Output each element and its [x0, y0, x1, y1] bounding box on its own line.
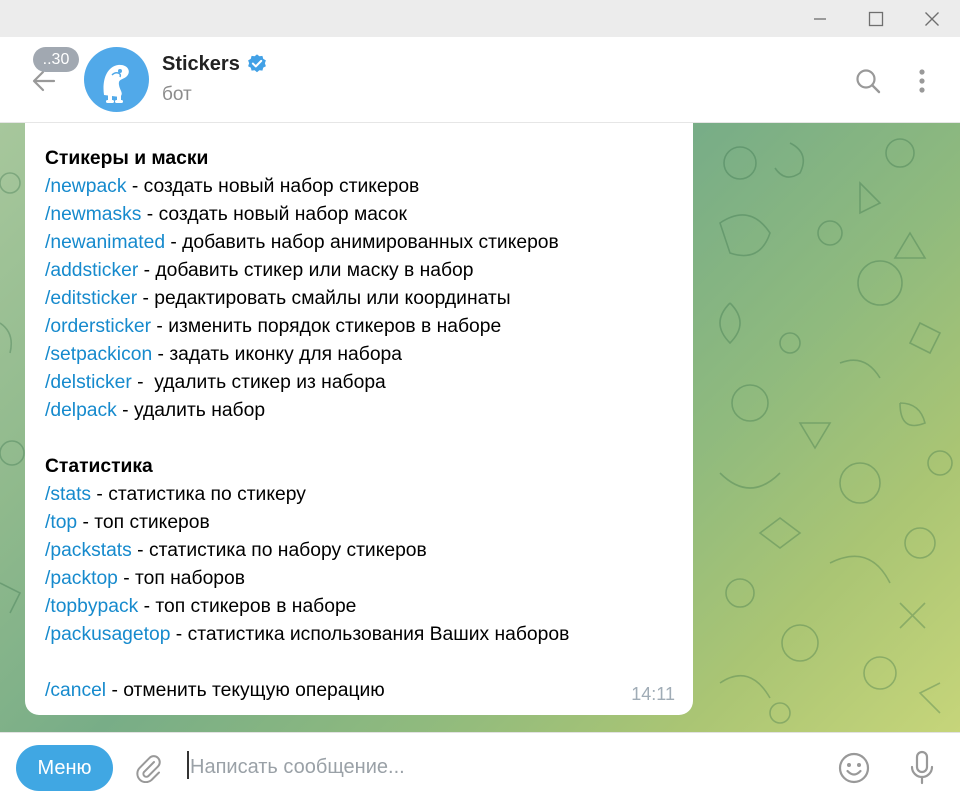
command-link[interactable]: /editsticker: [45, 288, 137, 309]
message-input[interactable]: [190, 747, 810, 787]
command-link[interactable]: /newmasks: [45, 204, 141, 225]
window-titlebar: [0, 0, 960, 37]
command-line: /addsticker - добавить стикер или маску …: [45, 257, 673, 285]
command-line: /newpack - создать новый набор стикеров: [45, 173, 673, 201]
command-link[interactable]: /ordersticker: [45, 316, 151, 337]
chat-subtitle: бот: [162, 84, 192, 105]
chat-header: ..30 Stickers бот: [0, 37, 960, 123]
command-line: /delsticker - удалить стикер из набора: [45, 369, 673, 397]
command-description: - отменить текущую операцию: [106, 680, 385, 701]
command-description: - статистика по набору стикеров: [131, 540, 427, 561]
command-link[interactable]: /newpack: [45, 176, 126, 197]
command-description: - создать новый набор стикеров: [126, 176, 420, 197]
verified-icon: [247, 54, 266, 73]
close-icon[interactable]: [908, 0, 956, 37]
command-line: /packtop - топ наборов: [45, 565, 673, 593]
command-description: - создать новый набор масок: [141, 204, 407, 225]
message-composer: Меню: [0, 732, 960, 802]
command-description: - изменить порядок стикеров в наборе: [151, 316, 502, 337]
search-icon: [856, 69, 881, 94]
command-link[interactable]: /addsticker: [45, 260, 138, 281]
command-link[interactable]: /newanimated: [45, 232, 165, 253]
command-line: /stats - статистика по стикеру: [45, 481, 673, 509]
section-heading: Стикеры и маски: [45, 148, 209, 169]
command-description: - редактировать смайлы или координаты: [137, 288, 511, 309]
command-line: /ordersticker - изменить порядок стикеро…: [45, 313, 673, 341]
command-link[interactable]: /packtop: [45, 568, 118, 589]
command-description: - статистика использования Ваших наборов: [170, 624, 570, 645]
minimize-icon[interactable]: [796, 0, 844, 37]
command-description: - добавить набор анимированных стикеров: [165, 232, 559, 253]
more-button[interactable]: [902, 61, 942, 101]
command-line: /topbypack - топ стикеров в наборе: [45, 593, 673, 621]
chat-title-text: Stickers: [162, 53, 240, 75]
command-link[interactable]: /stats: [45, 484, 91, 505]
command-line: /top - топ стикеров: [45, 509, 673, 537]
chat-history[interactable]: Стикеры и маски/newpack - создать новый …: [0, 123, 960, 732]
emoji-button[interactable]: [834, 748, 874, 788]
command-line: /newanimated - добавить набор анимирован…: [45, 229, 673, 257]
microphone-icon: [910, 750, 934, 785]
command-link[interactable]: /packstats: [45, 540, 132, 561]
command-link[interactable]: /packusagetop: [45, 624, 170, 645]
search-button[interactable]: [848, 61, 888, 101]
section-heading: Статистика: [45, 456, 153, 477]
command-link[interactable]: /delsticker: [45, 372, 132, 393]
command-link[interactable]: /cancel: [45, 680, 106, 701]
avatar[interactable]: [84, 47, 149, 112]
message-bubble[interactable]: Стикеры и маски/newpack - создать новый …: [25, 123, 693, 715]
chat-title[interactable]: Stickers: [162, 51, 268, 77]
command-description: - удалить набор: [116, 400, 266, 421]
command-link[interactable]: /delpack: [45, 400, 117, 421]
emoji-icon: [838, 752, 870, 784]
bot-menu-button[interactable]: Меню: [16, 745, 113, 791]
command-description: - статистика по стикеру: [91, 484, 306, 505]
maximize-icon[interactable]: [852, 0, 900, 37]
more-vertical-icon: [919, 69, 925, 93]
command-line: /editsticker - редактировать смайлы или …: [45, 285, 673, 313]
command-line: /cancel - отменить текущую операцию: [45, 677, 673, 705]
attach-button[interactable]: [128, 748, 168, 788]
voice-button[interactable]: [902, 748, 942, 788]
command-description: - добавить стикер или маску в набор: [138, 260, 474, 281]
sticker-bot-icon: [103, 64, 129, 103]
command-link[interactable]: /setpackicon: [45, 344, 152, 365]
command-line: /packusagetop - статистика использования…: [45, 621, 673, 649]
command-line: /packstats - статистика по набору стикер…: [45, 537, 673, 565]
text-caret: [187, 751, 189, 779]
command-description: - топ стикеров: [77, 512, 210, 533]
command-description: - топ стикеров в наборе: [138, 596, 357, 617]
command-link[interactable]: /top: [45, 512, 77, 533]
message-time: 14:11: [631, 684, 675, 704]
command-line: /setpackicon - задать иконку для набора: [45, 341, 673, 369]
unread-count-badge: ..30: [33, 47, 79, 72]
attach-icon: [136, 755, 161, 783]
command-link[interactable]: /topbypack: [45, 596, 138, 617]
command-description: - задать иконку для набора: [152, 344, 402, 365]
command-line: /newmasks - создать новый набор масок: [45, 201, 673, 229]
command-description: - удалить стикер из набора: [131, 372, 386, 393]
message-text: Стикеры и маски/newpack - создать новый …: [45, 145, 673, 705]
command-line: /delpack - удалить набор: [45, 397, 673, 425]
command-description: - топ наборов: [117, 568, 245, 589]
